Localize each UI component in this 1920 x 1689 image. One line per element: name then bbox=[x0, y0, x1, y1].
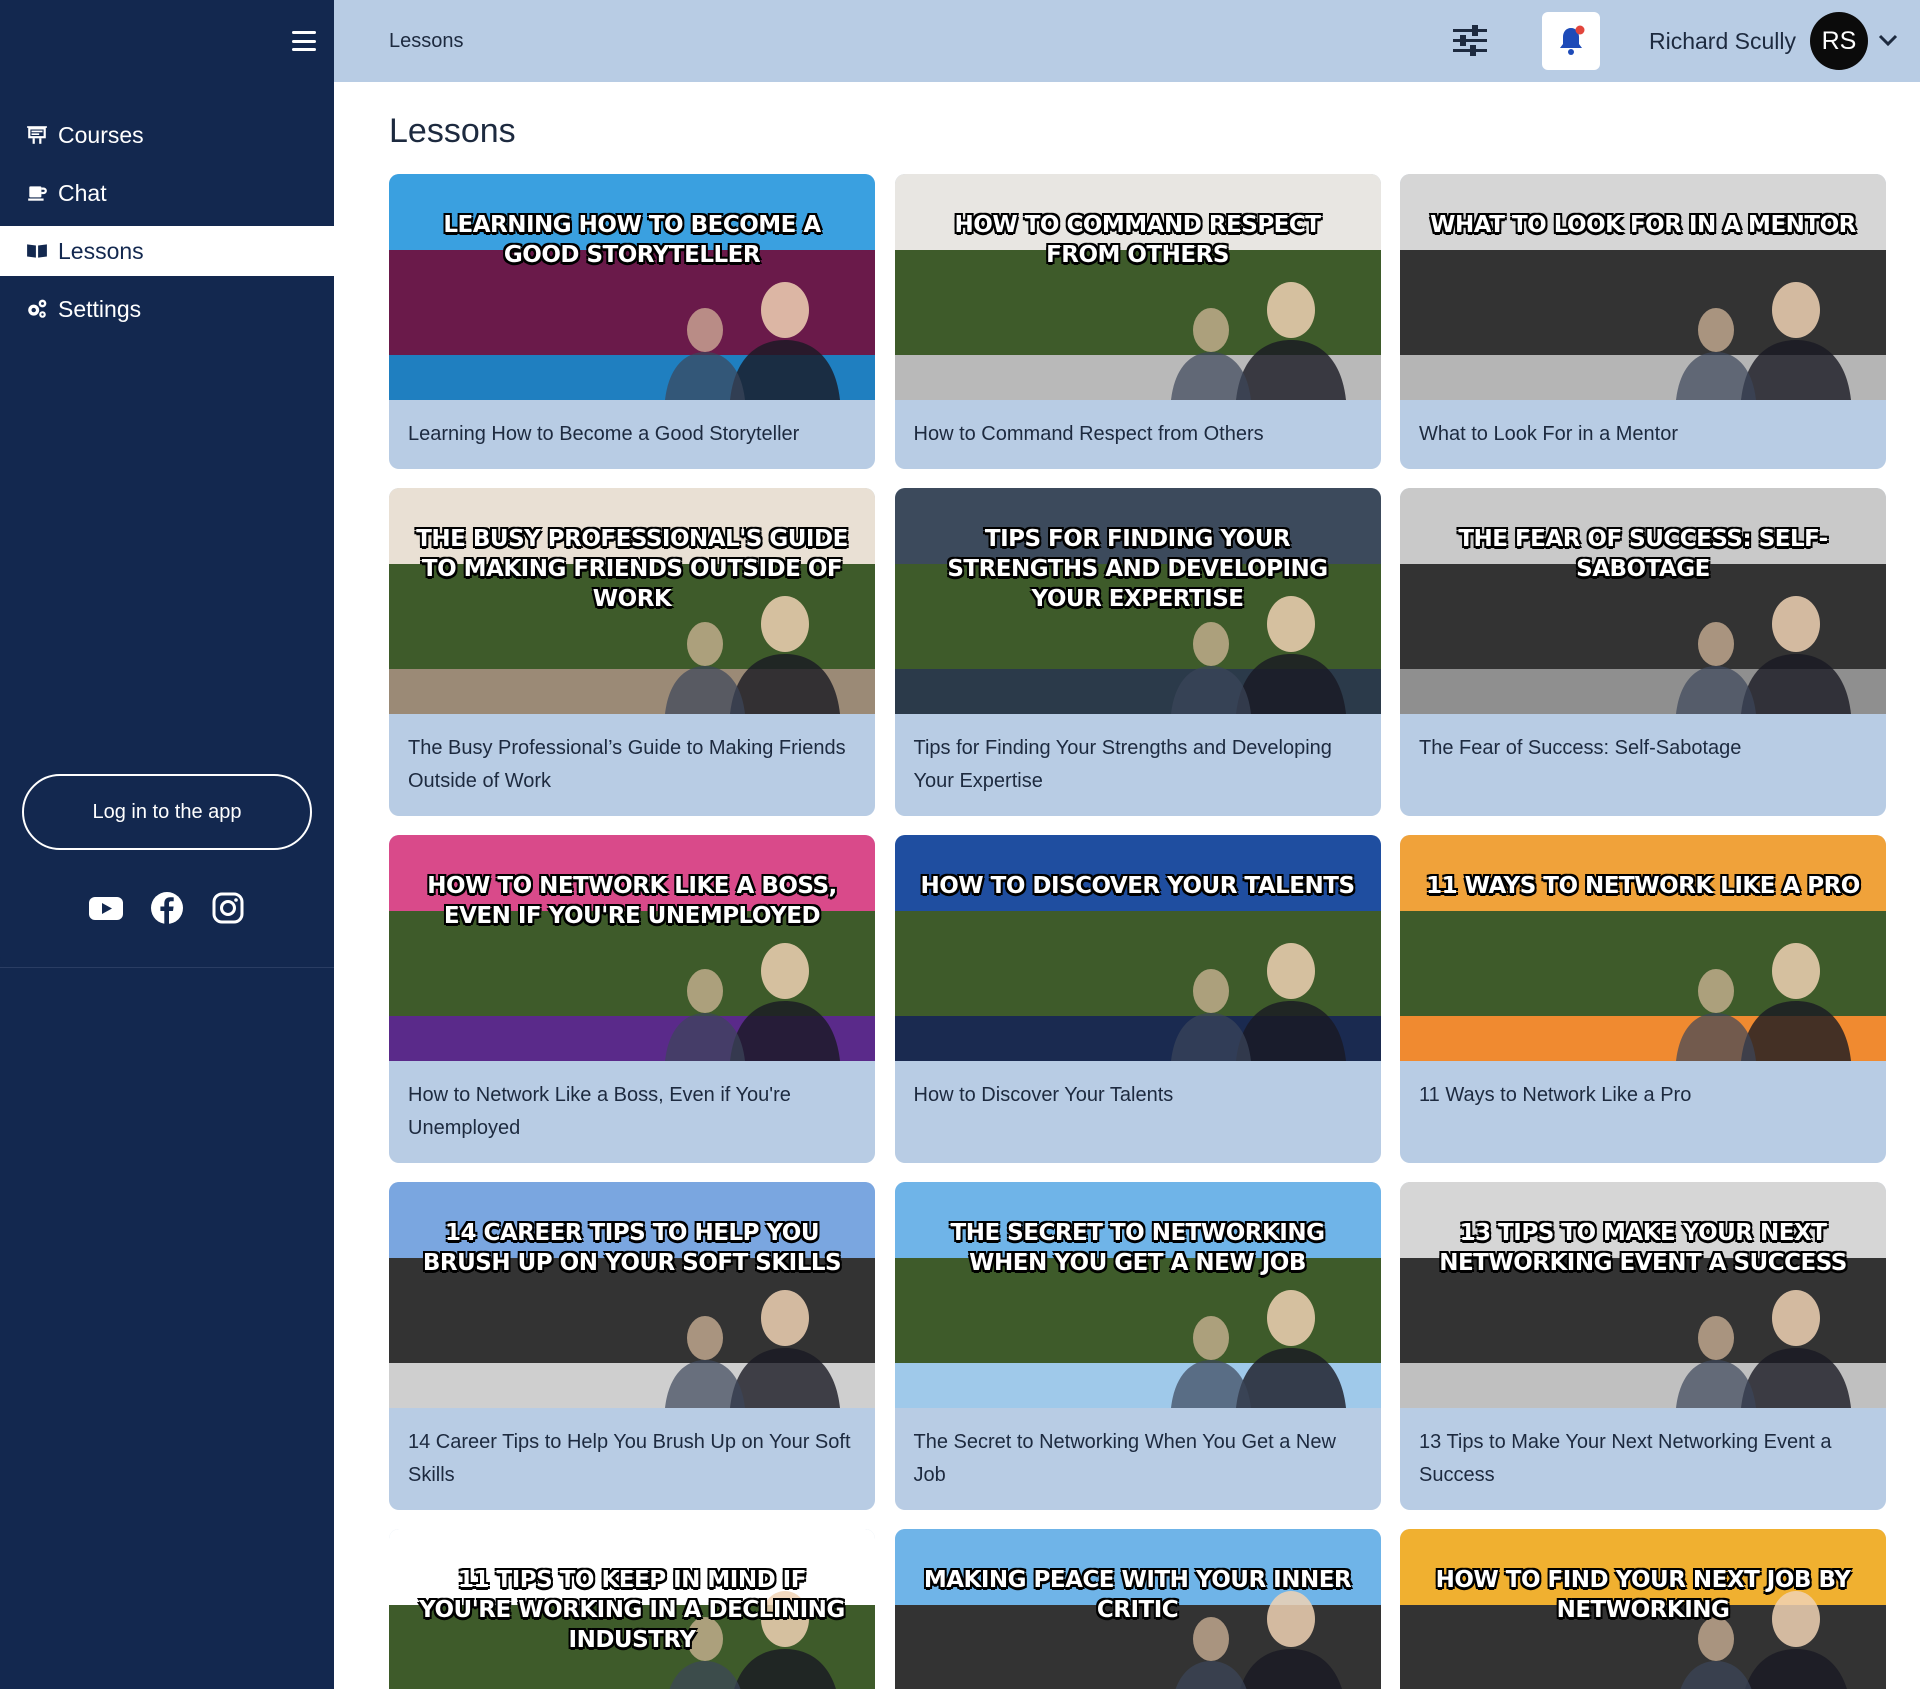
thumbnail-illustration bbox=[1141, 911, 1361, 1061]
sidebar-panel: Courses Chat Lessons Settings Log in to … bbox=[0, 0, 334, 967]
thumbnail-title: How to network like a boss, even if you'… bbox=[427, 873, 837, 929]
lesson-card[interactable]: The busy professional's guide to making … bbox=[389, 488, 875, 816]
thumbnail-title: 13 tips to make your next networking eve… bbox=[1439, 1220, 1847, 1276]
sidebar-item-label: Lessons bbox=[58, 237, 144, 264]
lesson-thumbnail: 14 Career Tips to Help You Brush Up on Y… bbox=[389, 1182, 875, 1408]
avatar[interactable]: RS bbox=[1810, 12, 1868, 70]
lesson-title: The Secret to Networking When You Get a … bbox=[913, 1431, 1336, 1486]
youtube-icon[interactable] bbox=[88, 890, 124, 926]
sidebar-divider bbox=[0, 967, 334, 968]
lesson-thumbnail: The fear of success: self-sabotage bbox=[1400, 488, 1886, 714]
lesson-title: 14 Career Tips to Help You Brush Up on Y… bbox=[408, 1431, 851, 1486]
presentation-icon bbox=[26, 124, 48, 146]
lesson-card[interactable]: Tips for finding your strengths and deve… bbox=[894, 488, 1381, 816]
thumbnail-illustration bbox=[1646, 250, 1866, 400]
lesson-title: How to Command Respect from Others bbox=[913, 423, 1264, 445]
thumbnail-title: The fear of success: self-sabotage bbox=[1458, 526, 1828, 582]
thumbnail-illustration bbox=[1646, 564, 1866, 714]
thumbnail-title: The busy professional's guide to making … bbox=[416, 526, 848, 612]
lesson-card[interactable]: How to find your next job by networking bbox=[1400, 1529, 1886, 1689]
lesson-thumbnail: How to network like a boss, even if you'… bbox=[389, 835, 875, 1061]
lesson-card[interactable]: The secret to networking when you get a … bbox=[894, 1182, 1381, 1510]
facebook-icon[interactable] bbox=[149, 890, 185, 926]
top-header: Lessons Richard Scully RS bbox=[334, 0, 1920, 82]
lesson-title: 13 Tips to Make Your Next Networking Eve… bbox=[1419, 1431, 1832, 1486]
lesson-thumbnail: 11 tips to keep in mind if you're workin… bbox=[389, 1529, 875, 1689]
instagram-icon[interactable] bbox=[210, 890, 246, 926]
lesson-title: Learning How to Become a Good Storytelle… bbox=[408, 423, 800, 445]
lesson-thumbnail: How to command respect from others bbox=[894, 174, 1381, 400]
lesson-card[interactable]: How to network like a boss, even if you'… bbox=[389, 835, 875, 1163]
login-app-button[interactable]: Log in to the app bbox=[22, 774, 312, 850]
thumbnail-title: 14 Career Tips to Help You Brush Up on Y… bbox=[422, 1220, 842, 1276]
lesson-card[interactable]: 11 tips to keep in mind if you're workin… bbox=[389, 1529, 875, 1689]
social-links bbox=[88, 890, 246, 926]
lesson-title: The Fear of Success: Self-Sabotage bbox=[1419, 737, 1742, 759]
thumbnail-illustration bbox=[1646, 911, 1866, 1061]
thumbnail-title: How to discover your talents bbox=[920, 873, 1355, 899]
breadcrumb: Lessons bbox=[389, 30, 464, 52]
thumbnail-title: Learning how to become a good storytelle… bbox=[443, 212, 821, 268]
lesson-card[interactable]: 13 tips to make your next networking eve… bbox=[1400, 1182, 1886, 1510]
lesson-thumbnail: How to find your next job by networking bbox=[1400, 1529, 1886, 1689]
thumbnail-title: What to look for in a mentor bbox=[1430, 212, 1856, 238]
lesson-thumbnail: Making peace with your inner critic bbox=[894, 1529, 1381, 1689]
page-title: Lessons bbox=[389, 112, 516, 150]
sidebar-item-lessons[interactable]: Lessons bbox=[0, 226, 334, 276]
lesson-grid: Learning how to become a good storytelle… bbox=[389, 174, 1886, 1689]
bell-icon bbox=[1560, 25, 1585, 55]
lesson-card[interactable]: 11 ways to network like a pro 11 Ways to … bbox=[1400, 835, 1886, 1163]
lesson-thumbnail: 13 tips to make your next networking eve… bbox=[1400, 1182, 1886, 1408]
sidebar-item-chat[interactable]: Chat bbox=[0, 168, 334, 218]
book-icon bbox=[26, 240, 48, 262]
hamburger-menu-icon[interactable] bbox=[292, 31, 316, 51]
sidebar-item-label: Chat bbox=[58, 179, 107, 206]
lesson-card[interactable]: Making peace with your inner critic bbox=[894, 1529, 1381, 1689]
sidebar: Courses Chat Lessons Settings Log in to … bbox=[0, 0, 334, 1689]
thumbnail-title: How to find your next job by networking bbox=[1435, 1567, 1851, 1623]
lesson-thumbnail: 11 ways to network like a pro bbox=[1400, 835, 1886, 1061]
chevron-down-icon[interactable] bbox=[1877, 30, 1899, 50]
gears-icon bbox=[26, 298, 48, 320]
lesson-title: How to Discover Your Talents bbox=[913, 1084, 1174, 1106]
lesson-card[interactable]: What to look for in a mentor What to Look… bbox=[1400, 174, 1886, 469]
lesson-title: Tips for Finding Your Strengths and Deve… bbox=[913, 737, 1332, 792]
thumbnail-title: 11 ways to network like a pro bbox=[1426, 873, 1860, 899]
filter-sliders-icon[interactable] bbox=[1452, 24, 1488, 58]
lesson-thumbnail: Tips for finding your strengths and deve… bbox=[894, 488, 1381, 714]
coffee-icon bbox=[26, 182, 48, 204]
thumbnail-illustration bbox=[635, 911, 855, 1061]
notifications-button[interactable] bbox=[1542, 12, 1600, 70]
lesson-thumbnail: What to look for in a mentor bbox=[1400, 174, 1886, 400]
thumbnail-title: Making peace with your inner critic bbox=[923, 1567, 1352, 1623]
lesson-title: The Busy Professional’s Guide to Making … bbox=[408, 737, 846, 792]
thumbnail-title: Tips for finding your strengths and deve… bbox=[947, 526, 1328, 612]
lesson-title: 11 Ways to Network Like a Pro bbox=[1419, 1084, 1692, 1106]
lesson-thumbnail: The secret to networking when you get a … bbox=[894, 1182, 1381, 1408]
sidebar-nav: Courses Chat Lessons Settings bbox=[0, 110, 334, 342]
lesson-card[interactable]: Learning how to become a good storytelle… bbox=[389, 174, 875, 469]
thumbnail-illustration bbox=[635, 250, 855, 400]
thumbnail-illustration bbox=[1141, 1258, 1361, 1408]
lesson-card[interactable]: How to discover your talents How to Disco… bbox=[894, 835, 1381, 1163]
lesson-title: What to Look For in a Mentor bbox=[1419, 423, 1679, 445]
sidebar-item-courses[interactable]: Courses bbox=[0, 110, 334, 160]
thumbnail-illustration bbox=[635, 1258, 855, 1408]
thumbnail-illustration bbox=[1141, 250, 1361, 400]
lesson-card[interactable]: The fear of success: self-sabotage The Fe… bbox=[1400, 488, 1886, 816]
sidebar-item-settings[interactable]: Settings bbox=[0, 284, 334, 334]
thumbnail-title: The secret to networking when you get a … bbox=[950, 1220, 1325, 1276]
lesson-thumbnail: How to discover your talents bbox=[894, 835, 1381, 1061]
lesson-card[interactable]: 14 Career Tips to Help You Brush Up on Y… bbox=[389, 1182, 875, 1510]
lesson-card[interactable]: How to command respect from others How to… bbox=[894, 174, 1381, 469]
thumbnail-title: 11 tips to keep in mind if you're workin… bbox=[419, 1567, 845, 1653]
lesson-title: How to Network Like a Boss, Even if You'… bbox=[408, 1084, 791, 1139]
user-name[interactable]: Richard Scully bbox=[1649, 28, 1796, 55]
thumbnail-illustration bbox=[1646, 1258, 1866, 1408]
thumbnail-title: How to command respect from others bbox=[954, 212, 1321, 268]
lesson-thumbnail: The busy professional's guide to making … bbox=[389, 488, 875, 714]
sidebar-item-label: Settings bbox=[58, 295, 142, 322]
sidebar-item-label: Courses bbox=[58, 121, 144, 148]
lesson-thumbnail: Learning how to become a good storytelle… bbox=[389, 174, 875, 400]
